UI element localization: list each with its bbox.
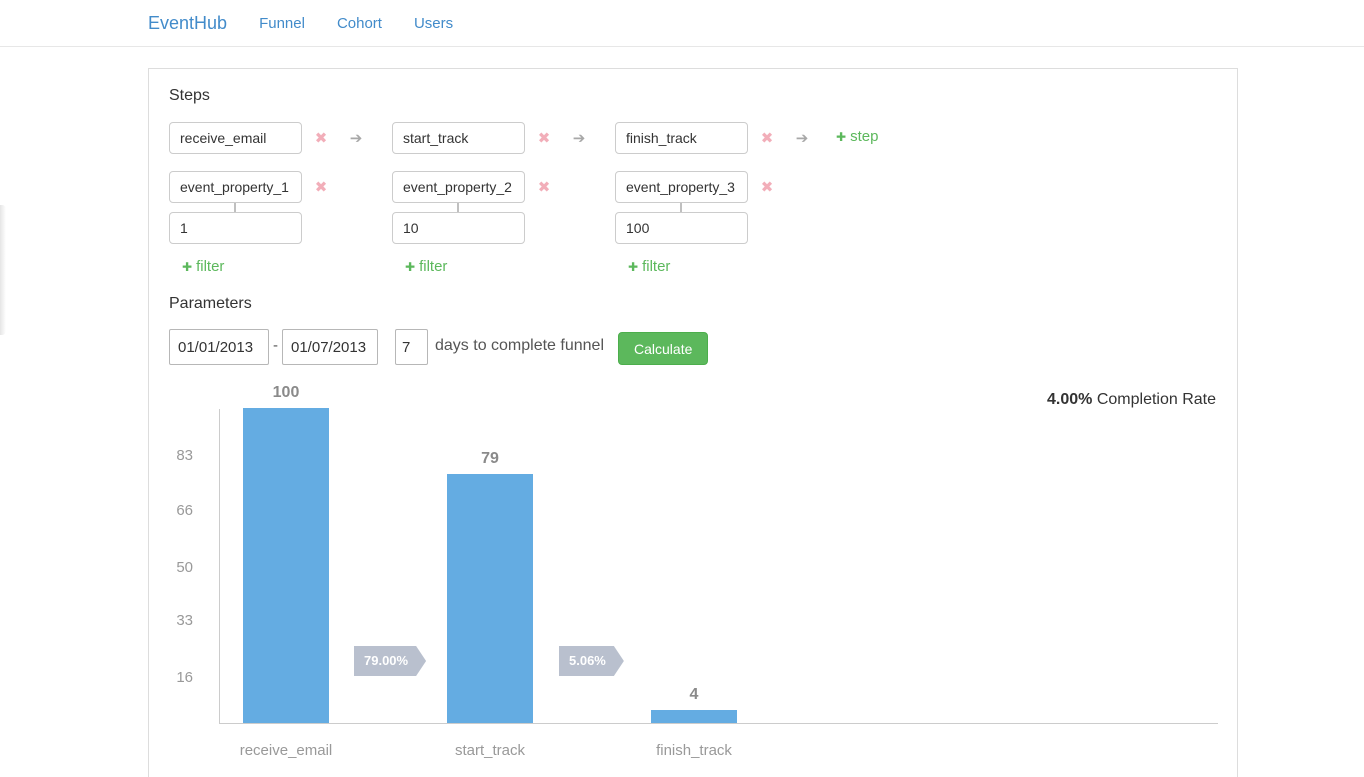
arrow-right-icon: ➔ <box>570 129 588 147</box>
nav-item-funnel[interactable]: Funnel <box>259 15 305 32</box>
plus-icon: ✚ <box>405 260 415 274</box>
conversion-rate-chip: 5.06% <box>559 646 624 676</box>
y-axis-tick: 83 <box>150 447 193 465</box>
add-step-label: step <box>850 128 878 145</box>
property-connector <box>680 203 682 212</box>
completion-rate: 4.00% Completion Rate <box>1047 391 1216 409</box>
x-axis-label: start_track <box>430 742 550 759</box>
step-event-input[interactable] <box>392 122 525 154</box>
y-axis-tick: 50 <box>150 559 193 577</box>
completion-rate-label: Completion Rate <box>1097 391 1216 408</box>
y-axis-tick: 16 <box>150 669 193 687</box>
y-axis-tick: 66 <box>150 502 193 520</box>
property-name-input[interactable] <box>169 171 302 203</box>
remove-filter-icon[interactable]: ✖ <box>758 178 776 196</box>
calculate-button[interactable]: Calculate <box>618 332 708 365</box>
brand-eventhub[interactable]: EventHub <box>148 13 227 34</box>
steps-heading: Steps <box>169 87 210 105</box>
top-navbar: EventHub Funnel Cohort Users <box>0 0 1364 47</box>
y-axis-tick: 33 <box>150 612 193 630</box>
x-axis-label: receive_email <box>226 742 346 759</box>
plus-icon: ✚ <box>182 260 192 274</box>
bar-value-label: 100 <box>243 384 329 402</box>
property-connector <box>234 203 236 212</box>
remove-filter-icon[interactable]: ✖ <box>312 178 330 196</box>
funnel-chart: 83 66 50 33 16 100 79 4 79.00% 5.06% rec… <box>219 409 1218 724</box>
add-step-button[interactable]: ✚ step <box>836 128 878 145</box>
parameters-heading: Parameters <box>169 295 252 313</box>
bar-fill <box>447 474 533 723</box>
add-filter-label: filter <box>196 258 224 275</box>
plus-icon: ✚ <box>628 260 638 274</box>
plus-icon: ✚ <box>836 130 846 144</box>
bar-value-label: 4 <box>651 686 737 704</box>
remove-step-icon[interactable]: ✖ <box>312 129 330 147</box>
step-event-input[interactable] <box>615 122 748 154</box>
add-filter-label: filter <box>419 258 447 275</box>
bar-finish-track: 4 <box>651 710 737 723</box>
days-to-complete-label: days to complete funnel <box>435 337 604 355</box>
remove-step-icon[interactable]: ✖ <box>758 129 776 147</box>
add-filter-label: filter <box>642 258 670 275</box>
conversion-rate-chip: 79.00% <box>354 646 426 676</box>
left-edge-panel-shadow <box>0 205 6 335</box>
property-value-input[interactable] <box>169 212 302 244</box>
start-date-input[interactable] <box>169 329 269 365</box>
funnel-card: Steps ✖ ➔ ✖ ✚ filter ✖ ➔ ✖ ✚ filter ✖ <box>148 68 1238 777</box>
bar-start-track: 79 <box>447 474 533 723</box>
end-date-input[interactable] <box>282 329 378 365</box>
nav-item-users[interactable]: Users <box>414 15 453 32</box>
days-input[interactable] <box>395 329 428 365</box>
arrow-right-icon: ➔ <box>347 129 365 147</box>
property-value-input[interactable] <box>392 212 525 244</box>
add-filter-button[interactable]: ✚ filter <box>182 258 224 275</box>
bar-fill <box>243 408 329 723</box>
add-filter-button[interactable]: ✚ filter <box>405 258 447 275</box>
bar-fill <box>651 710 737 723</box>
date-range-separator: - <box>273 337 278 354</box>
remove-filter-icon[interactable]: ✖ <box>535 178 553 196</box>
bar-receive-email: 100 <box>243 408 329 723</box>
page: EventHub Funnel Cohort Users Steps ✖ ➔ ✖… <box>0 0 1364 777</box>
arrow-right-icon: ➔ <box>793 129 811 147</box>
completion-rate-value: 4.00% <box>1047 391 1092 408</box>
property-name-input[interactable] <box>392 171 525 203</box>
step-event-input[interactable] <box>169 122 302 154</box>
property-connector <box>457 203 459 212</box>
nav-item-cohort[interactable]: Cohort <box>337 15 382 32</box>
step-column-3: ✖ ➔ ✚ step ✖ ✚ filter <box>615 122 895 312</box>
x-axis-label: finish_track <box>634 742 754 759</box>
property-value-input[interactable] <box>615 212 748 244</box>
bar-value-label: 79 <box>447 450 533 468</box>
remove-step-icon[interactable]: ✖ <box>535 129 553 147</box>
property-name-input[interactable] <box>615 171 748 203</box>
add-filter-button[interactable]: ✚ filter <box>628 258 670 275</box>
